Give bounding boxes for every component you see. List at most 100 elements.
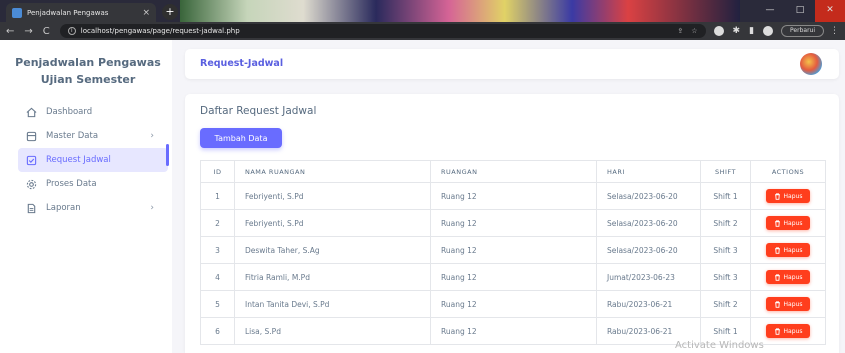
table-row: 2 Febriyenti, S.Pd Ruang 12 Selasa/2023-… — [200, 209, 826, 237]
app-brand[interactable]: Penjadwalan Pengawas Ujian Semester — [8, 54, 168, 88]
sidebar-item-label: Master Data — [46, 131, 99, 141]
minimize-button[interactable]: — — [755, 0, 785, 22]
table-header-row: ID NAMA RUANGAN RUANGAN HARI SHIFT ACTIO… — [200, 160, 826, 183]
cell-nama: Intan Tanita Devi, S.Pd — [234, 290, 431, 318]
favicon-icon — [12, 7, 22, 18]
add-data-button[interactable]: Tambah Data — [200, 128, 282, 148]
delete-label: Hapus — [783, 219, 803, 227]
browser-menu-icon[interactable]: ⋮ — [830, 26, 839, 36]
browser-tab[interactable]: Penjadwalan Pengawas × — [6, 3, 156, 22]
home-icon — [26, 107, 37, 118]
delete-label: Hapus — [783, 327, 803, 335]
trash-icon — [774, 273, 780, 281]
cell-id: 6 — [200, 317, 235, 345]
cell-actions: Hapus — [750, 209, 826, 237]
delete-button[interactable]: Hapus — [765, 270, 811, 284]
cell-ruangan: Ruang 12 — [430, 290, 597, 318]
sidebar-item-label: Laporan — [46, 203, 81, 213]
sidebar: Penjadwalan Pengawas Ujian Semester Dash… — [0, 40, 172, 353]
sidebar-menu: Dashboard Master Data › Request Jadwal P… — [18, 100, 168, 220]
forward-button[interactable]: → — [24, 26, 32, 37]
trash-icon — [774, 300, 780, 308]
window-controls: — □ ✕ — [755, 0, 845, 22]
update-button[interactable]: Perbarui — [781, 25, 824, 37]
site-info-icon[interactable]: i — [67, 27, 76, 35]
database-icon — [26, 131, 37, 142]
avatar[interactable] — [800, 53, 822, 75]
trash-icon — [774, 327, 780, 335]
delete-label: Hapus — [783, 273, 803, 281]
cell-ruangan: Ruang 12 — [430, 182, 597, 210]
column-header-shift: SHIFT — [700, 160, 751, 183]
sidebar-item-dashboard[interactable]: Dashboard — [18, 100, 168, 124]
column-header-actions: ACTIONS — [750, 160, 826, 183]
cell-actions: Hapus — [750, 236, 826, 264]
cell-actions: Hapus — [750, 182, 826, 210]
share-icon[interactable]: ⇪ — [677, 27, 683, 35]
delete-button[interactable]: Hapus — [765, 189, 811, 203]
delete-button[interactable]: Hapus — [765, 297, 811, 311]
new-tab-button[interactable]: + — [162, 4, 178, 20]
browser-tab-title: Penjadwalan Pengawas — [27, 8, 109, 17]
delete-button[interactable]: Hapus — [765, 324, 811, 338]
column-header-id: ID — [200, 160, 235, 183]
delete-button[interactable]: Hapus — [765, 243, 811, 257]
request-table: ID NAMA RUANGAN RUANGAN HARI SHIFT ACTIO… — [200, 160, 826, 345]
cell-nama: Fitria Ramli, M.Pd — [234, 263, 431, 291]
cell-ruangan: Ruang 12 — [430, 263, 597, 291]
chevron-right-icon: › — [150, 203, 154, 213]
reload-button[interactable]: C — [43, 26, 50, 37]
cell-id: 4 — [200, 263, 235, 291]
cell-id: 1 — [200, 182, 235, 210]
cell-shift: Shift 2 — [700, 209, 751, 237]
column-header-ruangan: RUANGAN — [430, 160, 597, 183]
cell-nama: Lisa, S.Pd — [234, 317, 431, 345]
checkbox-icon — [26, 155, 37, 166]
tab-bar-background — [180, 0, 740, 22]
extension-icon[interactable] — [713, 26, 724, 36]
table-row: 3 Deswita Taher, S.Ag Ruang 12 Selasa/20… — [200, 236, 826, 264]
side-panel-icon[interactable]: ▮ — [749, 26, 754, 36]
sidebar-item-label: Proses Data — [46, 179, 97, 189]
active-indicator — [166, 144, 169, 166]
cell-shift: Shift 3 — [700, 263, 751, 291]
sidebar-item-master-data[interactable]: Master Data › — [18, 124, 168, 148]
window-close-button[interactable]: ✕ — [815, 0, 845, 22]
sidebar-item-laporan[interactable]: Laporan › — [18, 196, 168, 220]
cell-shift: Shift 1 — [700, 182, 751, 210]
report-icon — [26, 203, 37, 214]
cell-nama: Febriyenti, S.Pd — [234, 209, 431, 237]
bookmark-star-icon[interactable]: ☆ — [691, 27, 697, 35]
cell-id: 3 — [200, 236, 235, 264]
tab-close-icon[interactable]: × — [142, 8, 150, 18]
sidebar-item-label: Dashboard — [46, 107, 93, 117]
trash-icon — [774, 219, 780, 227]
profile-icon[interactable] — [763, 26, 774, 36]
request-list-card: Daftar Request Jadwal Tambah Data ID NAM… — [185, 94, 839, 353]
column-header-hari: HARI — [596, 160, 701, 183]
activate-windows-watermark: Activate Windows — [675, 340, 764, 351]
url-field[interactable]: i localhost/pengawas/page/request-jadwal… — [59, 24, 706, 38]
cell-nama: Febriyenti, S.Pd — [234, 182, 431, 210]
sidebar-item-proses-data[interactable]: Proses Data — [18, 172, 168, 196]
delete-button[interactable]: Hapus — [765, 216, 811, 230]
column-header-nama-ruangan: NAMA RUANGAN — [234, 160, 431, 183]
cell-ruangan: Ruang 12 — [430, 317, 597, 345]
back-button[interactable]: ← — [6, 26, 14, 37]
cell-hari: Selasa/2023-06-20 — [596, 182, 701, 210]
delete-label: Hapus — [783, 300, 803, 308]
cell-actions: Hapus — [750, 290, 826, 318]
cell-hari: Selasa/2023-06-20 — [596, 209, 701, 237]
maximize-button[interactable]: □ — [785, 0, 815, 22]
browser-tab-bar: Penjadwalan Pengawas × + — □ ✕ — [0, 0, 845, 22]
cell-shift: Shift 2 — [700, 290, 751, 318]
page-title: Request-Jadwal — [200, 58, 284, 69]
chevron-right-icon: › — [150, 131, 154, 141]
page-header: Request-Jadwal — [185, 49, 839, 79]
sidebar-item-request-jadwal[interactable]: Request Jadwal — [18, 148, 168, 172]
delete-label: Hapus — [783, 246, 803, 254]
extensions-puzzle-icon[interactable]: ✱ — [733, 26, 741, 36]
cell-nama: Deswita Taher, S.Ag — [234, 236, 431, 264]
gear-icon — [26, 179, 37, 190]
cell-hari: Jumat/2023-06-23 — [596, 263, 701, 291]
